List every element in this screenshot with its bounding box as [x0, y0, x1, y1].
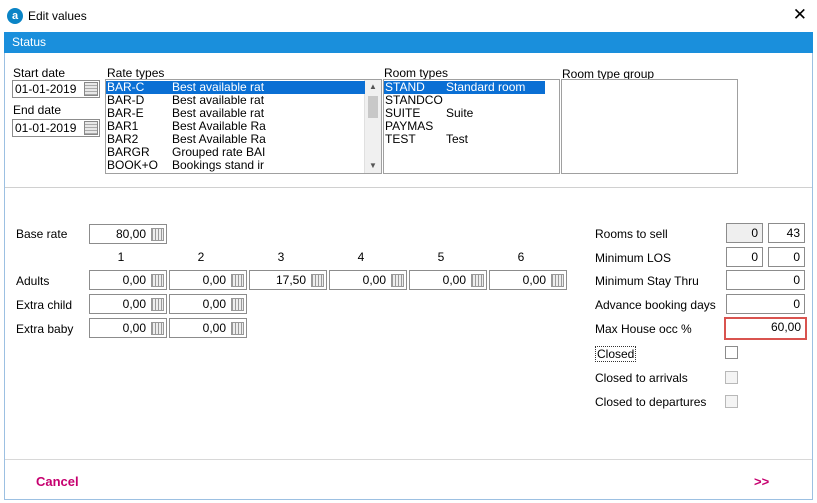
closed-label: Closed — [595, 346, 637, 362]
column-header-5: 5 — [437, 250, 445, 264]
extra-baby-rate-value: 0,00 — [122, 321, 146, 335]
closed-checkbox[interactable] — [725, 346, 738, 359]
max-house-occ-field[interactable]: 60,00 — [724, 317, 807, 340]
dialog-bottom-border — [4, 499, 813, 500]
extra-baby-label: Extra baby — [16, 322, 74, 336]
extra-baby-rate-field[interactable]: 0,00 — [89, 318, 167, 338]
adults-rate-value: 0,00 — [202, 273, 226, 287]
calculator-icon[interactable] — [471, 274, 484, 287]
rooms-to-sell-label: Rooms to sell — [595, 227, 668, 241]
title-bar: a Edit values ✕ — [0, 0, 817, 32]
item-name: Standard room — [446, 80, 526, 94]
adults-rate-value: 0,00 — [122, 273, 146, 287]
close-icon[interactable]: ✕ — [793, 6, 807, 23]
window-title: Edit values — [28, 9, 87, 23]
room-types-list-item[interactable]: TEST Test — [384, 133, 545, 146]
minimum-stay-thru-field[interactable]: 0 — [726, 270, 805, 290]
base-rate-field[interactable]: 80,00 — [89, 224, 167, 244]
column-header-4: 4 — [357, 250, 365, 264]
column-header-1: 1 — [117, 250, 125, 264]
closed-to-arrivals-label: Closed to arrivals — [595, 371, 688, 385]
calendar-icon[interactable] — [84, 82, 98, 96]
footer-divider — [5, 459, 812, 460]
adults-rate-value: 0,00 — [362, 273, 386, 287]
calculator-icon[interactable] — [151, 322, 164, 335]
calculator-icon[interactable] — [231, 274, 244, 287]
rate-types-list[interactable]: ▲ ▼ BAR-C Best available rat BAR-D Best ava… — [105, 79, 382, 174]
extra-baby-rate-value: 0,00 — [202, 321, 226, 335]
item-code: TEST — [385, 132, 416, 146]
column-header-3: 3 — [277, 250, 285, 264]
adults-rate-field[interactable]: 0,00 — [409, 270, 487, 290]
closed-to-arrivals-checkbox[interactable] — [725, 371, 738, 384]
adults-rate-value: 0,00 — [442, 273, 466, 287]
next-button[interactable]: >> — [754, 474, 769, 489]
room-type-group-list[interactable] — [561, 79, 738, 174]
calculator-icon[interactable] — [551, 274, 564, 287]
start-date-field[interactable]: 01-01-2019 — [12, 80, 100, 98]
adults-rate-field[interactable]: 0,00 — [89, 270, 167, 290]
adults-rate-field[interactable]: 0,00 — [169, 270, 247, 290]
rate-types-label: Rate types — [107, 66, 165, 80]
extra-child-rate-value: 0,00 — [122, 297, 146, 311]
calculator-icon[interactable] — [151, 298, 164, 311]
minimum-stay-thru-label: Minimum Stay Thru — [595, 274, 699, 288]
minimum-los-field-b[interactable]: 0 — [768, 247, 805, 267]
item-code: BOOK+O — [107, 158, 159, 172]
start-date-value: 01-01-2019 — [15, 82, 77, 96]
extra-child-rate-field[interactable]: 0,00 — [89, 294, 167, 314]
minimum-los-label: Minimum LOS — [595, 251, 672, 265]
calculator-icon[interactable] — [311, 274, 324, 287]
advance-booking-days-label: Advance booking days — [595, 298, 716, 312]
base-rate-value: 80,00 — [115, 227, 146, 241]
status-header: Status — [4, 32, 813, 53]
rooms-to-sell-field[interactable]: 43 — [768, 223, 805, 243]
rate-types-list-item[interactable]: BOOK+O Bookings stand ir — [106, 159, 365, 172]
calendar-icon[interactable] — [84, 121, 98, 135]
closed-to-departures-label: Closed to departures — [595, 395, 707, 409]
column-header-2: 2 — [197, 250, 205, 264]
end-date-label: End date — [13, 103, 62, 117]
base-rate-label: Base rate — [16, 227, 68, 241]
adults-rate-value: 17,50 — [275, 273, 306, 287]
app-logo-icon: a — [7, 8, 23, 24]
extra-child-rate-value: 0,00 — [202, 297, 226, 311]
adults-label: Adults — [16, 274, 50, 288]
room-types-list[interactable]: STAND Standard room STANDCO SUITE Suite PAYMA… — [383, 79, 560, 174]
item-name: Test — [446, 132, 469, 146]
max-house-occ-label: Max House occ % — [595, 322, 692, 336]
calculator-icon[interactable] — [231, 322, 244, 335]
extra-child-label: Extra child — [16, 298, 73, 312]
calculator-icon[interactable] — [231, 298, 244, 311]
adults-rate-field[interactable]: 0,00 — [489, 270, 567, 290]
end-date-field[interactable]: 01-01-2019 — [12, 119, 100, 137]
extra-baby-rate-field[interactable]: 0,00 — [169, 318, 247, 338]
rooms-to-sell-current: 0 — [726, 223, 763, 243]
calculator-icon[interactable] — [151, 228, 164, 241]
calculator-icon[interactable] — [151, 274, 164, 287]
scroll-up-icon[interactable]: ▲ — [365, 80, 381, 94]
item-name: Bookings stand ir — [172, 158, 265, 172]
adults-rate-field[interactable]: 0,00 — [329, 270, 407, 290]
rate-types-scrollbar[interactable]: ▲ ▼ — [364, 80, 381, 173]
scrollbar-thumb[interactable] — [368, 96, 378, 118]
item-name: Suite — [446, 106, 474, 120]
adults-rate-field[interactable]: 17,50 — [249, 270, 327, 290]
closed-to-departures-checkbox[interactable] — [725, 395, 738, 408]
extra-child-rate-field[interactable]: 0,00 — [169, 294, 247, 314]
end-date-value: 01-01-2019 — [15, 121, 77, 135]
minimum-los-field-a[interactable]: 0 — [726, 247, 763, 267]
calculator-icon[interactable] — [391, 274, 404, 287]
room-types-label: Room types — [384, 66, 449, 80]
advance-booking-days-field[interactable]: 0 — [726, 294, 805, 314]
cancel-button[interactable]: Cancel — [36, 474, 79, 489]
start-date-label: Start date — [13, 66, 66, 80]
section-divider — [5, 187, 812, 188]
scroll-down-icon[interactable]: ▼ — [365, 159, 381, 173]
adults-rate-value: 0,00 — [522, 273, 546, 287]
column-header-6: 6 — [517, 250, 525, 264]
